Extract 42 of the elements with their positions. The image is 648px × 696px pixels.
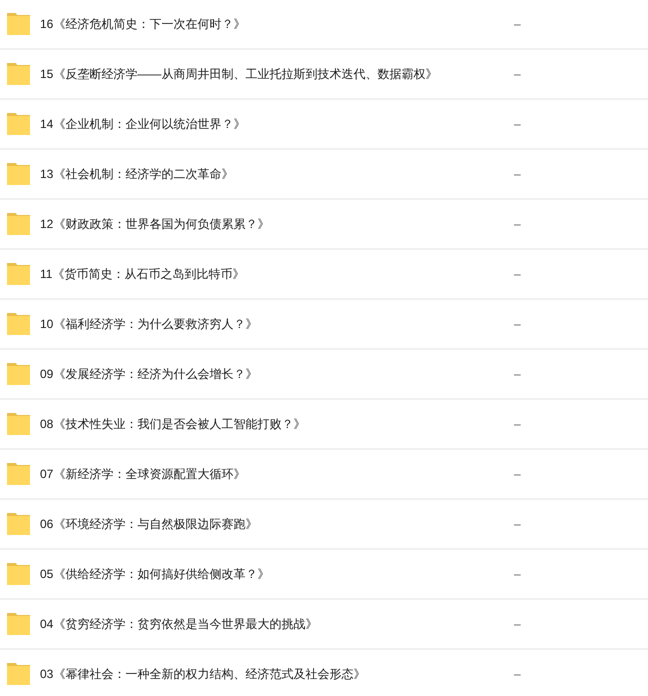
folder-name[interactable]: 16《经济危机简史：下一次在何时？》 bbox=[40, 16, 514, 32]
folder-icon bbox=[7, 663, 30, 685]
size-value: – bbox=[514, 116, 521, 132]
folder-name[interactable]: 12《财政政策：世界各国为何负债累累？》 bbox=[40, 216, 514, 232]
folder-name[interactable]: 15《反垄断经济学——从商周井田制、工业托拉斯到技术迭代、数据霸权》 bbox=[40, 66, 514, 82]
folder-icon bbox=[7, 613, 30, 635]
folder-icon bbox=[7, 363, 30, 385]
size-value: – bbox=[514, 616, 521, 632]
folder-name[interactable]: 13《社会机制：经济学的二次革命》 bbox=[40, 166, 514, 182]
folder-name[interactable]: 08《技术性失业：我们是否会被人工智能打败？》 bbox=[40, 416, 514, 432]
size-value: – bbox=[514, 216, 521, 232]
folder-name[interactable]: 06《环境经济学：与自然极限边际赛跑》 bbox=[40, 516, 514, 532]
folder-icon bbox=[7, 13, 30, 35]
folder-name[interactable]: 09《发展经济学：经济为什么会增长？》 bbox=[40, 366, 514, 382]
folder-name[interactable]: 11《货币简史：从石币之岛到比特币》 bbox=[40, 266, 514, 282]
folder-icon bbox=[7, 113, 30, 135]
folder-name[interactable]: 04《贫穷经济学：贫穷依然是当今世界最大的挑战》 bbox=[40, 616, 514, 632]
size-value: – bbox=[514, 316, 521, 332]
folder-icon bbox=[7, 163, 30, 185]
size-value: – bbox=[514, 666, 521, 682]
folder-icon bbox=[7, 63, 30, 85]
size-value: – bbox=[514, 66, 521, 82]
folder-icon bbox=[7, 213, 30, 235]
folder-icon bbox=[7, 313, 30, 335]
folder-name[interactable]: 03《幂律社会：一种全新的权力结构、经济范式及社会形态》 bbox=[40, 666, 514, 682]
size-value: – bbox=[514, 16, 521, 32]
folder-name[interactable]: 10《福利经济学：为什么要救济穷人？》 bbox=[40, 316, 514, 332]
size-value: – bbox=[514, 266, 521, 282]
folder-icon bbox=[7, 513, 30, 535]
folder-icon bbox=[7, 413, 30, 435]
folder-name[interactable]: 05《供给经济学：如何搞好供给侧改革？》 bbox=[40, 566, 514, 582]
size-value: – bbox=[514, 516, 521, 532]
folder-name[interactable]: 07《新经济学：全球资源配置大循环》 bbox=[40, 466, 514, 482]
size-value: – bbox=[514, 366, 521, 382]
folder-name[interactable]: 14《企业机制：企业何以统治世界？》 bbox=[40, 116, 514, 132]
folder-icon bbox=[7, 263, 30, 285]
folder-icon bbox=[7, 563, 30, 585]
folder-icon bbox=[7, 463, 30, 485]
size-value: – bbox=[514, 466, 521, 482]
size-value: – bbox=[514, 166, 521, 182]
size-value: – bbox=[514, 566, 521, 582]
size-value: – bbox=[514, 416, 521, 432]
